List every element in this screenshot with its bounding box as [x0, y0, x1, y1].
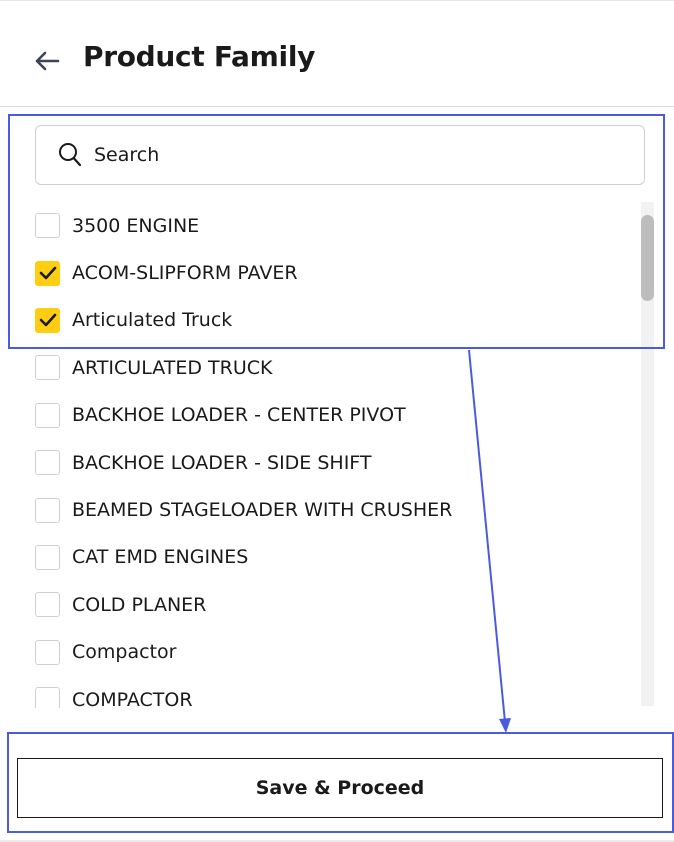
list-item-label: BACKHOE LOADER - SIDE SHIFT — [72, 451, 372, 474]
checkbox[interactable] — [35, 497, 60, 523]
list-item-label: Compactor — [72, 641, 177, 664]
checkmark-icon — [39, 314, 56, 327]
scrollbar-thumb[interactable] — [641, 215, 654, 301]
search-input[interactable] — [94, 144, 574, 166]
save-proceed-button[interactable]: Save & Proceed — [17, 758, 663, 818]
list-item[interactable]: CAT EMD ENGINES — [35, 534, 635, 581]
product-family-list: 3500 ENGINE ACOM-SLIPFORM PAVER Articulate… — [0, 202, 674, 708]
checkbox[interactable] — [35, 687, 60, 708]
list-item-label: BEAMED STAGELOADER WITH CRUSHER — [72, 499, 453, 522]
list-item[interactable]: BACKHOE LOADER - CENTER PIVOT — [35, 392, 635, 439]
search-icon — [59, 143, 82, 167]
checkbox[interactable] — [35, 307, 60, 333]
header: Product Family — [0, 0, 674, 107]
list-item[interactable]: BACKHOE LOADER - SIDE SHIFT — [35, 439, 635, 486]
page-title: Product Family — [83, 40, 316, 73]
scrollbar-track[interactable] — [641, 202, 654, 706]
checkbox[interactable] — [35, 260, 60, 286]
list-item[interactable]: COLD PLANER — [35, 581, 635, 628]
back-button[interactable] — [30, 44, 64, 78]
list-item-label: 3500 ENGINE — [72, 214, 200, 237]
list-item[interactable]: Compactor — [35, 629, 635, 676]
list-item-label: COMPACTOR — [72, 688, 193, 708]
search-box[interactable] — [35, 125, 645, 185]
list-item[interactable]: COMPACTOR — [35, 676, 635, 708]
checkbox[interactable] — [35, 402, 60, 428]
list-item-label: BACKHOE LOADER - CENTER PIVOT — [72, 404, 406, 427]
list-item-label: ACOM-SLIPFORM PAVER — [72, 262, 298, 285]
arrow-left-icon — [35, 51, 60, 71]
list-item[interactable]: BEAMED STAGELOADER WITH CRUSHER — [35, 486, 635, 533]
checkbox[interactable] — [35, 544, 60, 570]
list-item[interactable]: ACOM-SLIPFORM PAVER — [35, 249, 635, 296]
list-item[interactable]: ARTICULATED TRUCK — [35, 344, 635, 391]
list-item-label: ARTICULATED TRUCK — [72, 356, 273, 379]
list-item[interactable]: Articulated Truck — [35, 297, 635, 344]
list-item-label: COLD PLANER — [72, 593, 207, 616]
checkbox[interactable] — [35, 213, 60, 239]
list-item-label: CAT EMD ENGINES — [72, 546, 249, 569]
checkbox[interactable] — [35, 639, 60, 665]
checkbox[interactable] — [35, 355, 60, 381]
checkbox[interactable] — [35, 450, 60, 476]
checkmark-icon — [39, 266, 56, 280]
checkbox[interactable] — [35, 592, 60, 618]
list-item[interactable]: 3500 ENGINE — [35, 202, 635, 249]
list-item-label: Articulated Truck — [72, 309, 233, 332]
